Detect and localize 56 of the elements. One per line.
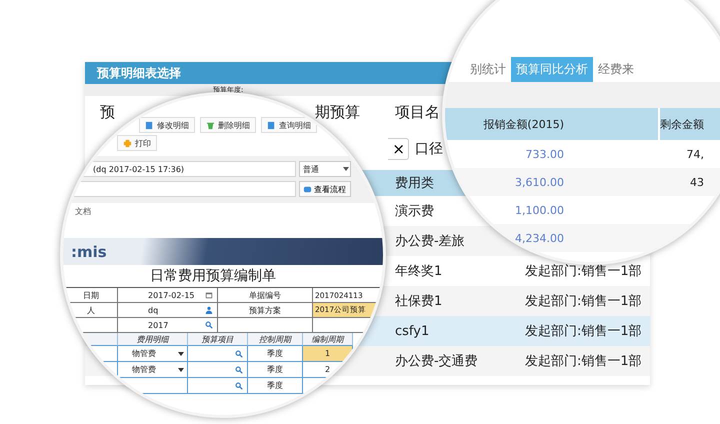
form-field[interactable]: 2017-02-15 — [118, 288, 218, 303]
form-cell: 单据编号 — [218, 288, 313, 303]
expense-select[interactable]: 物管费 — [118, 346, 188, 362]
table-cell: 74, — [686, 148, 704, 160]
flow-icon — [303, 184, 312, 194]
table-cell-text: 办公费-交通费 — [395, 353, 479, 370]
column-header: 编制周期 — [303, 333, 353, 346]
caret-icon — [342, 165, 350, 173]
field-label: 口径 — [415, 140, 443, 158]
table-cell: 43 — [690, 176, 704, 188]
table-cell: 1,100.00 — [515, 204, 564, 216]
form-cell: 日期 — [65, 288, 118, 303]
form-title: 日常费用预算编制单 — [150, 268, 276, 284]
table-cell: 3,610.00 — [515, 176, 564, 188]
column-header: 预算项目 — [188, 333, 248, 346]
heading: 预 — [100, 102, 116, 122]
heading: 项目名 — [395, 102, 441, 122]
search-icon — [205, 321, 213, 329]
table-cell-text: 发起部门:销售一1部 — [525, 293, 643, 310]
logo: :mis — [71, 242, 107, 260]
search-icon — [235, 366, 243, 374]
attachment-label: 文档 — [75, 207, 91, 216]
trash-icon — [206, 120, 215, 130]
toolbar-button[interactable]: 查询明细 — [261, 117, 317, 133]
print-button[interactable]: 打印 — [117, 135, 157, 151]
table-cell-text: 发起部门:销售一1部 — [525, 323, 643, 340]
form-field[interactable]: dq — [118, 303, 218, 318]
table-cell-text: 发起部门:销售一1部 — [525, 263, 643, 280]
table-cell[interactable]: 1 — [303, 346, 353, 362]
table-cell-text: csfy1 — [395, 324, 430, 338]
calendar-icon — [205, 291, 213, 299]
search-icon — [235, 382, 243, 390]
column-header: 控制周期 — [248, 333, 303, 346]
toolbar-button[interactable]: 删除明细 — [200, 117, 256, 133]
form-cell: 人 — [65, 303, 118, 318]
table-cell-text: 发起部门:销售一1部 — [525, 353, 643, 370]
table-cell[interactable]: 2 — [303, 362, 353, 378]
window-title: 预算明细表选择 — [97, 64, 181, 82]
table-cell: 733.00 — [526, 148, 564, 160]
person-icon — [205, 306, 213, 314]
table-cell: 4,234.00 — [515, 232, 564, 244]
column-header: 报销金额(2015) — [483, 116, 564, 132]
search-icon — [235, 350, 243, 358]
priority-select[interactable]: 普通 — [299, 161, 351, 177]
toolbar-button[interactable]: 修改明细 — [139, 117, 195, 133]
document-icon — [145, 120, 154, 130]
column-header: 费用明细 — [118, 333, 188, 346]
flow-button[interactable]: 查看流程 — [299, 181, 351, 197]
table-cell-text: 社保费1 — [395, 293, 444, 310]
table-cell-text: 年终奖1 — [395, 263, 444, 280]
table-cell: 季度 — [248, 362, 303, 378]
expense-select[interactable]: 物管费 — [118, 362, 188, 378]
heading: 期预算 — [314, 102, 361, 122]
table-cell: 季度 — [248, 378, 303, 394]
printer-icon — [123, 138, 132, 148]
document-icon — [267, 120, 276, 130]
